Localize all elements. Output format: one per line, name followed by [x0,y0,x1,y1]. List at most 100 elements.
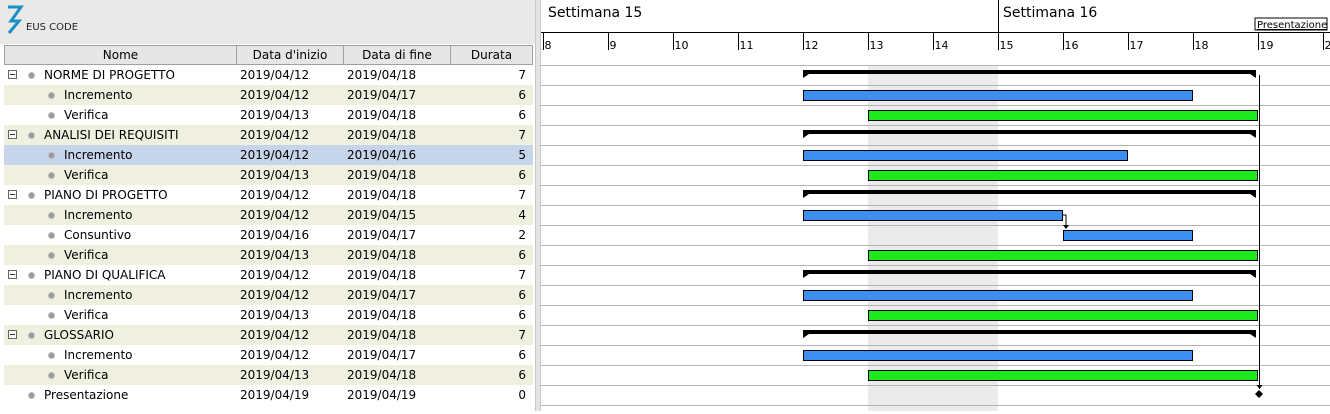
table-row[interactable]: Verifica2019/04/132019/04/186 [4,105,533,125]
summary-bar-end-left [803,74,809,78]
incremento-task-bar[interactable] [1064,231,1193,241]
table-row[interactable]: PIANO DI QUALIFICA2019/04/122019/04/187 [4,265,533,285]
summary-bar-end-right [1250,274,1256,278]
task-bullet-icon [28,132,35,139]
day-label: 9 [610,39,617,52]
task-start-date: 2019/04/13 [240,305,309,325]
table-row[interactable]: Verifica2019/04/132019/04/186 [4,245,533,265]
summary-bar-end-right [1250,134,1256,138]
gantt-chart: Settimana 15Settimana 168910111213141516… [541,0,1330,411]
summary-bar[interactable] [803,130,1256,134]
table-row[interactable]: ANALISI DEI REQUISITI2019/04/122019/04/1… [4,125,533,145]
incremento-task-bar[interactable] [804,291,1193,301]
task-bullet-icon [48,312,55,319]
task-duration: 6 [518,105,526,125]
summary-bar[interactable] [803,270,1256,274]
verifica-task-bar[interactable] [869,371,1258,381]
incremento-task-bar[interactable] [804,351,1193,361]
summary-bar[interactable] [803,190,1256,194]
table-row[interactable]: Incremento2019/04/122019/04/176 [4,85,533,105]
task-duration: 6 [518,285,526,305]
task-bullet-icon [48,92,55,99]
task-start-date: 2019/04/12 [240,345,309,365]
task-name: Incremento [64,345,133,365]
table-row[interactable]: PIANO DI PROGETTO2019/04/122019/04/187 [4,185,533,205]
task-bullet-icon [28,192,35,199]
verifica-task-bar[interactable] [869,251,1258,261]
task-name: Incremento [64,285,133,305]
collapse-toggle-icon[interactable] [8,70,17,79]
task-duration: 7 [518,185,526,205]
task-duration: 6 [518,245,526,265]
verifica-task-bar[interactable] [869,111,1258,121]
table-row[interactable]: Verifica2019/04/132019/04/186 [4,305,533,325]
task-duration: 6 [518,85,526,105]
task-name: NORME DI PROGETTO [44,65,175,85]
table-row[interactable]: Incremento2019/04/122019/04/154 [4,205,533,225]
task-duration: 6 [518,165,526,185]
task-name: PIANO DI PROGETTO [44,185,168,205]
milestone-diamond[interactable] [1255,390,1263,398]
task-duration: 6 [518,365,526,385]
task-end-date: 2019/04/18 [347,105,416,125]
column-header-nome[interactable]: Nome [5,46,237,64]
task-name: Verifica [64,105,108,125]
column-header-start[interactable]: Data d'inizio [237,46,344,64]
day-label: 10 [675,39,689,52]
task-start-date: 2019/04/12 [240,285,309,305]
task-name: GLOSSARIO [44,325,114,345]
table-row[interactable]: Presentazione2019/04/192019/04/190 [4,385,533,405]
week-label: Settimana 15 [548,5,642,21]
summary-bar[interactable] [803,330,1256,334]
task-end-date: 2019/04/18 [347,365,416,385]
task-bullet-icon [28,392,35,399]
dependency-arrowhead [1063,225,1069,229]
table-row[interactable]: Consuntivo2019/04/162019/04/172 [4,225,533,245]
task-start-date: 2019/04/12 [240,325,309,345]
task-name: Consuntivo [64,225,131,245]
table-row[interactable]: Incremento2019/04/122019/04/165 [4,145,533,165]
summary-bar[interactable] [803,70,1256,74]
task-start-date: 2019/04/13 [240,365,309,385]
collapse-toggle-icon[interactable] [8,330,17,339]
column-header-duration[interactable]: Durata [451,46,532,64]
table-row[interactable]: Incremento2019/04/122019/04/176 [4,285,533,305]
gantt-svg: Settimana 15Settimana 168910111213141516… [541,0,1330,411]
verifica-task-bar[interactable] [869,311,1258,321]
task-end-date: 2019/04/18 [347,305,416,325]
table-row[interactable]: GLOSSARIO2019/04/122019/04/187 [4,325,533,345]
collapse-toggle-icon[interactable] [8,190,17,199]
task-bullet-icon [48,372,55,379]
column-header-end[interactable]: Data di fine [344,46,451,64]
table-row[interactable]: Verifica2019/04/132019/04/186 [4,165,533,185]
collapse-toggle-icon[interactable] [8,270,17,279]
incremento-task-bar[interactable] [804,91,1193,101]
task-bullet-icon [28,332,35,339]
task-end-date: 2019/04/16 [347,145,416,165]
table-row[interactable]: Incremento2019/04/122019/04/176 [4,345,533,365]
summary-bar-end-right [1250,74,1256,78]
verifica-task-bar[interactable] [869,171,1258,181]
task-start-date: 2019/04/12 [240,85,309,105]
table-row[interactable]: Verifica2019/04/132019/04/186 [4,365,533,385]
task-start-date: 2019/04/13 [240,245,309,265]
task-bullet-icon [48,292,55,299]
task-duration: 7 [518,265,526,285]
task-duration: 6 [518,345,526,365]
task-start-date: 2019/04/19 [240,385,309,405]
task-name: Incremento [64,205,133,225]
incremento-task-bar[interactable] [804,211,1063,221]
task-bullet-icon [48,172,55,179]
task-name: Incremento [64,85,133,105]
task-name: Verifica [64,305,108,325]
task-duration: 7 [518,325,526,345]
logo-area: EUS CODE [0,0,535,44]
day-label: 16 [1065,39,1079,52]
table-row[interactable]: NORME DI PROGETTO2019/04/122019/04/187 [4,65,533,85]
incremento-task-bar[interactable] [804,151,1128,161]
task-end-date: 2019/04/18 [347,185,416,205]
task-name: Incremento [64,145,133,165]
collapse-toggle-icon[interactable] [8,130,17,139]
task-end-date: 2019/04/18 [347,165,416,185]
summary-bar-end-right [1250,194,1256,198]
